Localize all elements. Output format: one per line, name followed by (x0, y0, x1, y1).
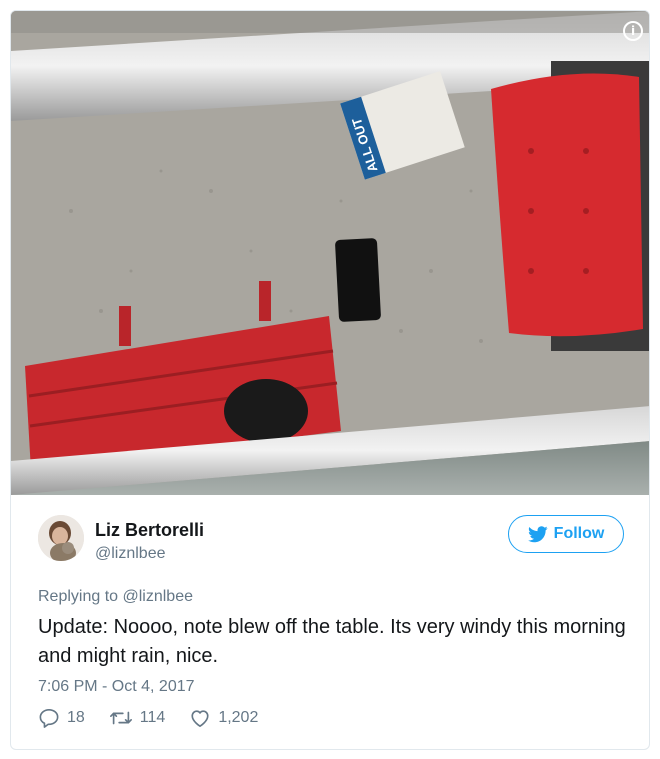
retweet-count: 114 (139, 709, 166, 726)
avatar-image (38, 515, 84, 561)
like-action[interactable]: 1,202 (189, 708, 258, 728)
author-name[interactable]: Liz Bertorelli (95, 520, 204, 541)
reply-icon (39, 709, 59, 728)
heart-icon (191, 710, 209, 727)
avatar[interactable] (38, 515, 84, 561)
retweet-action[interactable]: 114 (109, 709, 166, 727)
twitter-bird-icon (527, 525, 548, 542)
follow-label: Follow (553, 525, 605, 542)
tweet-actions: 18 114 1,202 (38, 708, 282, 728)
follow-button[interactable]: Follow (508, 515, 624, 553)
replying-to[interactable]: Replying to @liznlbee (38, 588, 193, 606)
timestamp[interactable]: 7:06 PM - Oct 4, 2017 (38, 678, 195, 696)
tweet-header: Liz Bertorelli @liznlbee Follow (11, 495, 649, 565)
info-icon[interactable]: i (623, 21, 643, 41)
tweet-text: Update: Noooo, note blew off the table. … (38, 616, 626, 667)
reply-action[interactable]: 18 (38, 708, 85, 728)
reply-count: 18 (67, 709, 85, 726)
balcony-photo: ALL OUT (11, 11, 649, 495)
like-count: 1,202 (218, 709, 259, 726)
author-handle[interactable]: @liznlbee (95, 545, 166, 563)
tweet-card: ALL OUT i Liz Bertorelli @liznlbee Follo… (10, 10, 650, 750)
tweet-photo[interactable]: ALL OUT i (11, 11, 649, 495)
retweet-icon (109, 711, 132, 725)
